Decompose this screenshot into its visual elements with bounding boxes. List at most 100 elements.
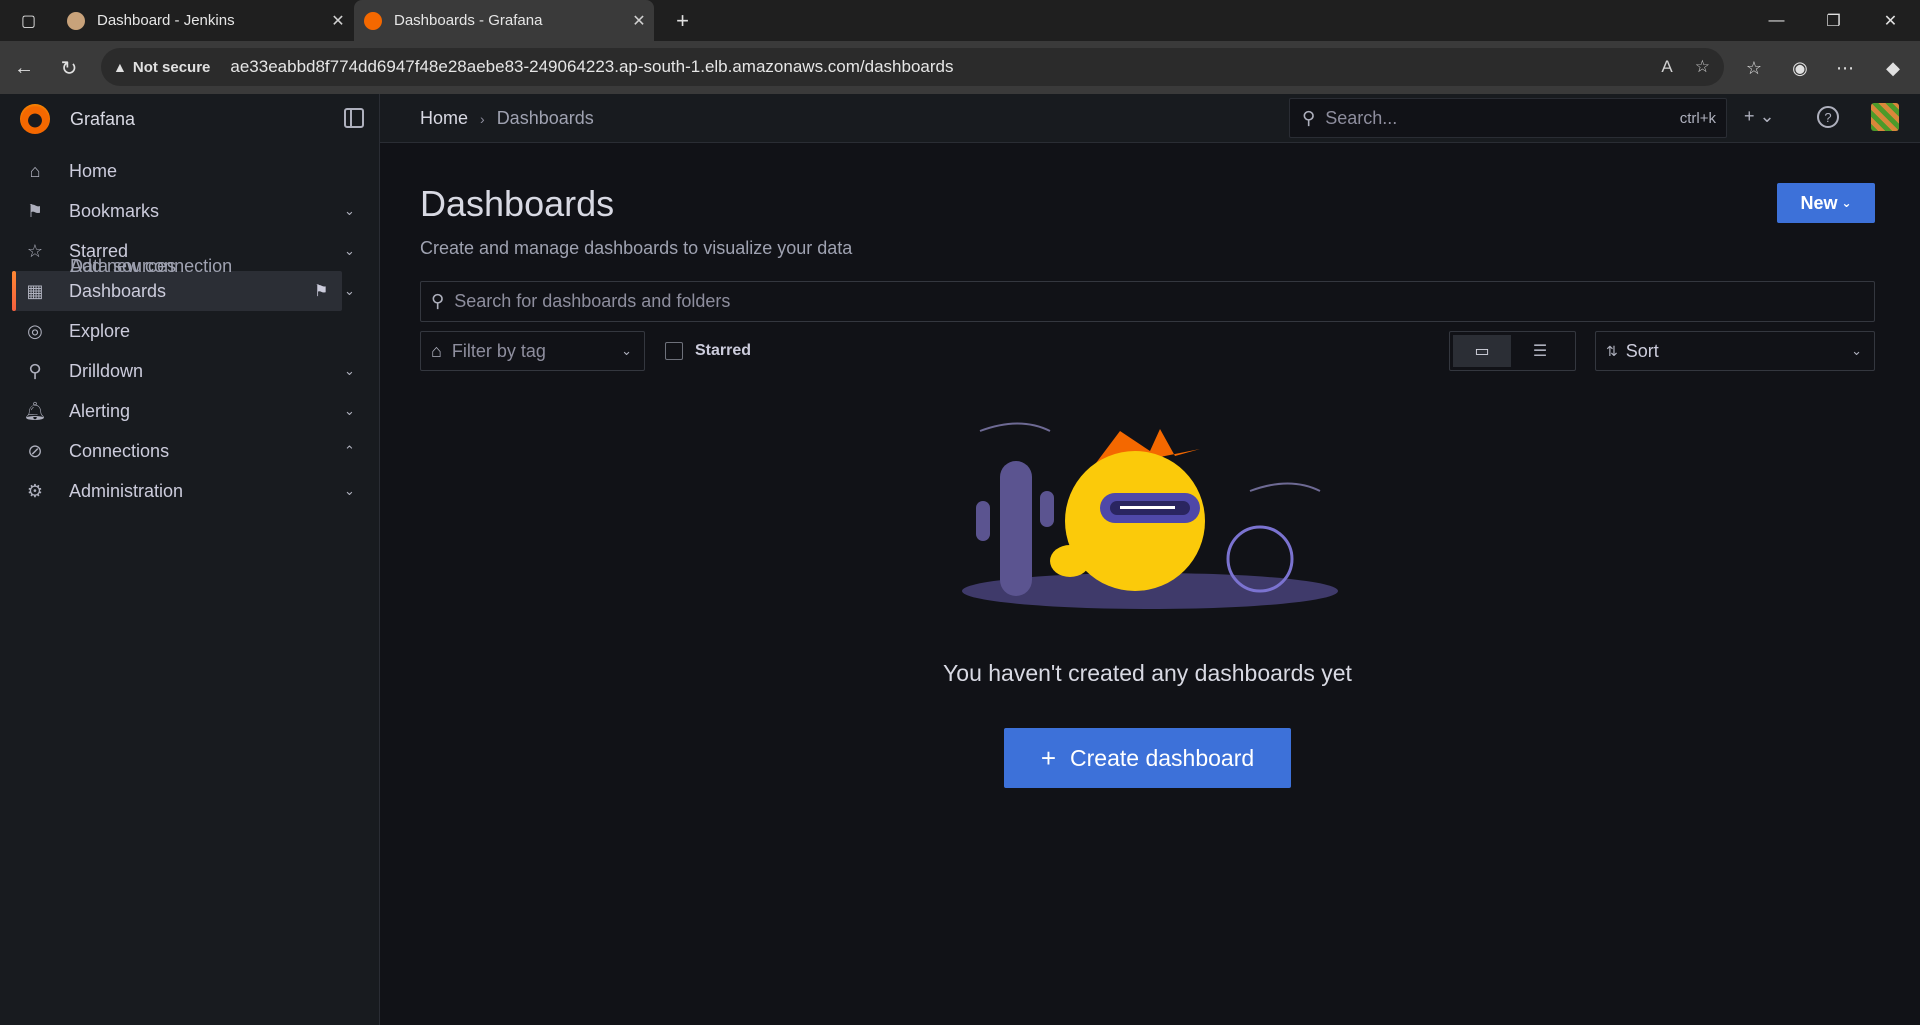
brand-name: Grafana [70, 108, 136, 129]
reload-icon[interactable]: ↻ [51, 50, 87, 86]
sidebar-item-label: Home [69, 160, 118, 181]
compass-icon: ◎ [27, 320, 43, 341]
restore-icon[interactable]: ❐ [1805, 0, 1862, 41]
search-placeholder: Search for dashboards and folders [454, 291, 731, 311]
back-icon[interactable]: ← [6, 50, 42, 86]
nav-list: ⌂ Home ⚑ Bookmarks ⌄ ☆ Starred ⌄ ▦ Dashb… [0, 151, 380, 511]
checkbox[interactable] [665, 342, 683, 360]
sort-select[interactable]: ⇅ Sort ⌄ [1595, 331, 1875, 371]
browser-tab-bar: ▢ Dashboard - Jenkins ✕ Dashboards - Gra… [0, 0, 1920, 41]
sort-icon: ⇅ [1606, 342, 1618, 359]
sidebar-item-label: Drilldown [69, 360, 144, 381]
grafana-app: Grafana ⌂ Home ⚑ Bookmarks ⌄ ☆ Starred ⌄… [0, 94, 1920, 1025]
chevron-down-icon[interactable]: ⌄ [344, 243, 355, 259]
view-toggle: ▭ ☰ [1449, 331, 1576, 371]
drilldown-icon: ⚲ [28, 360, 42, 381]
help-icon[interactable]: ? [1817, 106, 1839, 128]
address-bar[interactable]: ▲ Not secure ae33eabbd8f774dd6947f48e28a… [101, 48, 1724, 86]
empty-state-illustration [962, 422, 1338, 609]
brand[interactable]: Grafana [20, 102, 135, 136]
chevron-down-icon[interactable]: ⌄ [344, 403, 355, 419]
favorites-icon[interactable]: ☆ [1738, 52, 1770, 84]
profile-icon[interactable]: ◉ [1784, 52, 1816, 84]
close-tab-icon[interactable]: ✕ [624, 11, 654, 31]
breadcrumb: Home › Dashboards [420, 108, 594, 129]
sidebar-item-home[interactable]: ⌂ Home [0, 151, 380, 191]
minimize-icon[interactable]: — [1748, 0, 1805, 41]
breadcrumb-current: Dashboards [496, 108, 594, 128]
chevron-up-icon[interactable]: ⌃ [344, 443, 355, 459]
read-aloud-icon[interactable]: A [1661, 57, 1672, 77]
sidebar-item-explore[interactable]: ◎ Explore [0, 311, 380, 351]
warning-icon: ▲ [113, 59, 127, 75]
home-icon: ⌂ [29, 160, 41, 181]
security-label: Not secure [132, 58, 211, 76]
sidebar-item-data-sources[interactable]: Data sources [0, 246, 176, 286]
connections-icon: ⊘ [27, 440, 43, 461]
grafana-logo-icon [20, 104, 50, 134]
search-shortcut: ctrl+k [1679, 109, 1716, 127]
jenkins-favicon-icon [67, 11, 85, 30]
sidebar-item-label: Alerting [69, 400, 131, 421]
sidebar-toggle-icon[interactable]: ▢ [0, 0, 57, 41]
browser-tab-jenkins[interactable]: Dashboard - Jenkins ✕ [57, 0, 353, 41]
tag-icon: ⌂ [431, 340, 442, 361]
new-tab-icon[interactable]: + [654, 0, 711, 41]
tab-title: Dashboards - Grafana [394, 12, 543, 29]
sidebar-item-connections[interactable]: ⊘ Connections ⌃ [0, 431, 380, 471]
gear-icon: ⚙ [26, 480, 44, 501]
list-view-icon[interactable]: ☰ [1511, 335, 1569, 367]
empty-state-message: You haven't created any dashboards yet [943, 660, 1352, 686]
sidebar: Grafana ⌂ Home ⚑ Bookmarks ⌄ ☆ Starred ⌄… [0, 94, 380, 1025]
search-icon: ⚲ [1302, 107, 1316, 128]
sidebar-item-alerting[interactable]: 🔔︎ Alerting ⌄ [0, 391, 380, 431]
chevron-down-icon[interactable]: ⌄ [344, 363, 355, 379]
close-tab-icon[interactable]: ✕ [323, 11, 353, 31]
avatar[interactable] [1871, 103, 1899, 131]
more-icon[interactable]: ⋯ [1829, 52, 1861, 84]
chevron-down-icon: ⌄ [1851, 343, 1862, 358]
sidebar-item-label: Bookmarks [69, 200, 160, 221]
folder-view-icon[interactable]: ▭ [1453, 335, 1511, 367]
sidebar-item-label: Connections [69, 440, 170, 461]
search-placeholder: Search... [1325, 107, 1398, 128]
chevron-down-icon: ⌄ [621, 343, 632, 358]
favorite-star-icon[interactable]: ☆ [1695, 57, 1710, 77]
global-search-input[interactable]: ⚲ Search... ctrl+k [1289, 98, 1727, 138]
bell-icon: 🔔︎ [23, 400, 47, 421]
chevron-down-icon[interactable]: ⌄ [344, 483, 355, 499]
new-button[interactable]: New ⌄ [1777, 183, 1875, 223]
starred-checkbox[interactable]: Starred [665, 342, 751, 360]
tag-filter-label: Filter by tag [451, 340, 546, 361]
browser-tab-grafana[interactable]: Dashboards - Grafana ✕ [354, 0, 654, 41]
tab-title: Dashboard - Jenkins [97, 12, 235, 29]
sidebar-item-administration[interactable]: ⚙ Administration ⌄ [0, 471, 380, 511]
chevron-down-icon: ⌄ [1841, 196, 1852, 210]
chevron-down-icon[interactable]: ⌄ [344, 203, 355, 219]
tag-filter-select[interactable]: ⌂ Filter by tag ⌄ [420, 331, 645, 371]
sidebar-item-label: Explore [69, 320, 131, 341]
plus-icon: + [1040, 742, 1057, 773]
dock-menu-icon[interactable] [344, 108, 364, 128]
breadcrumb-home[interactable]: Home [420, 108, 468, 129]
page-title: Dashboards [420, 183, 615, 224]
create-dashboard-label: Create dashboard [1070, 744, 1255, 771]
sort-label: Sort [1625, 340, 1659, 361]
add-menu-icon[interactable]: + ⌄ [1744, 106, 1775, 127]
chevron-down-icon[interactable]: ⌄ [344, 283, 355, 299]
sidebar-item-bookmarks[interactable]: ⚑ Bookmarks ⌄ [0, 191, 380, 231]
sidebar-item-label: Data sources [70, 255, 177, 276]
close-window-icon[interactable]: ✕ [1862, 0, 1919, 41]
url-text[interactable]: ae33eabbd8f774dd6947f48e28aebe83-2490642… [230, 57, 953, 77]
bookmark-icon: ⚑ [26, 200, 44, 221]
starred-label: Starred [695, 342, 752, 359]
sidebar-item-drilldown[interactable]: ⚲ Drilldown ⌄ [0, 351, 380, 391]
bookmark-add-icon[interactable]: ⚑ [314, 281, 328, 301]
create-dashboard-button[interactable]: + Create dashboard [1004, 728, 1291, 788]
dashboard-search-input[interactable]: ⚲ Search for dashboards and folders [420, 281, 1875, 322]
chevron-right-icon: › [480, 110, 485, 127]
page-subtitle: Create and manage dashboards to visualiz… [420, 238, 853, 258]
new-button-label: New [1800, 192, 1838, 213]
search-icon: ⚲ [431, 291, 445, 311]
copilot-icon[interactable]: ◆ [1877, 52, 1909, 84]
